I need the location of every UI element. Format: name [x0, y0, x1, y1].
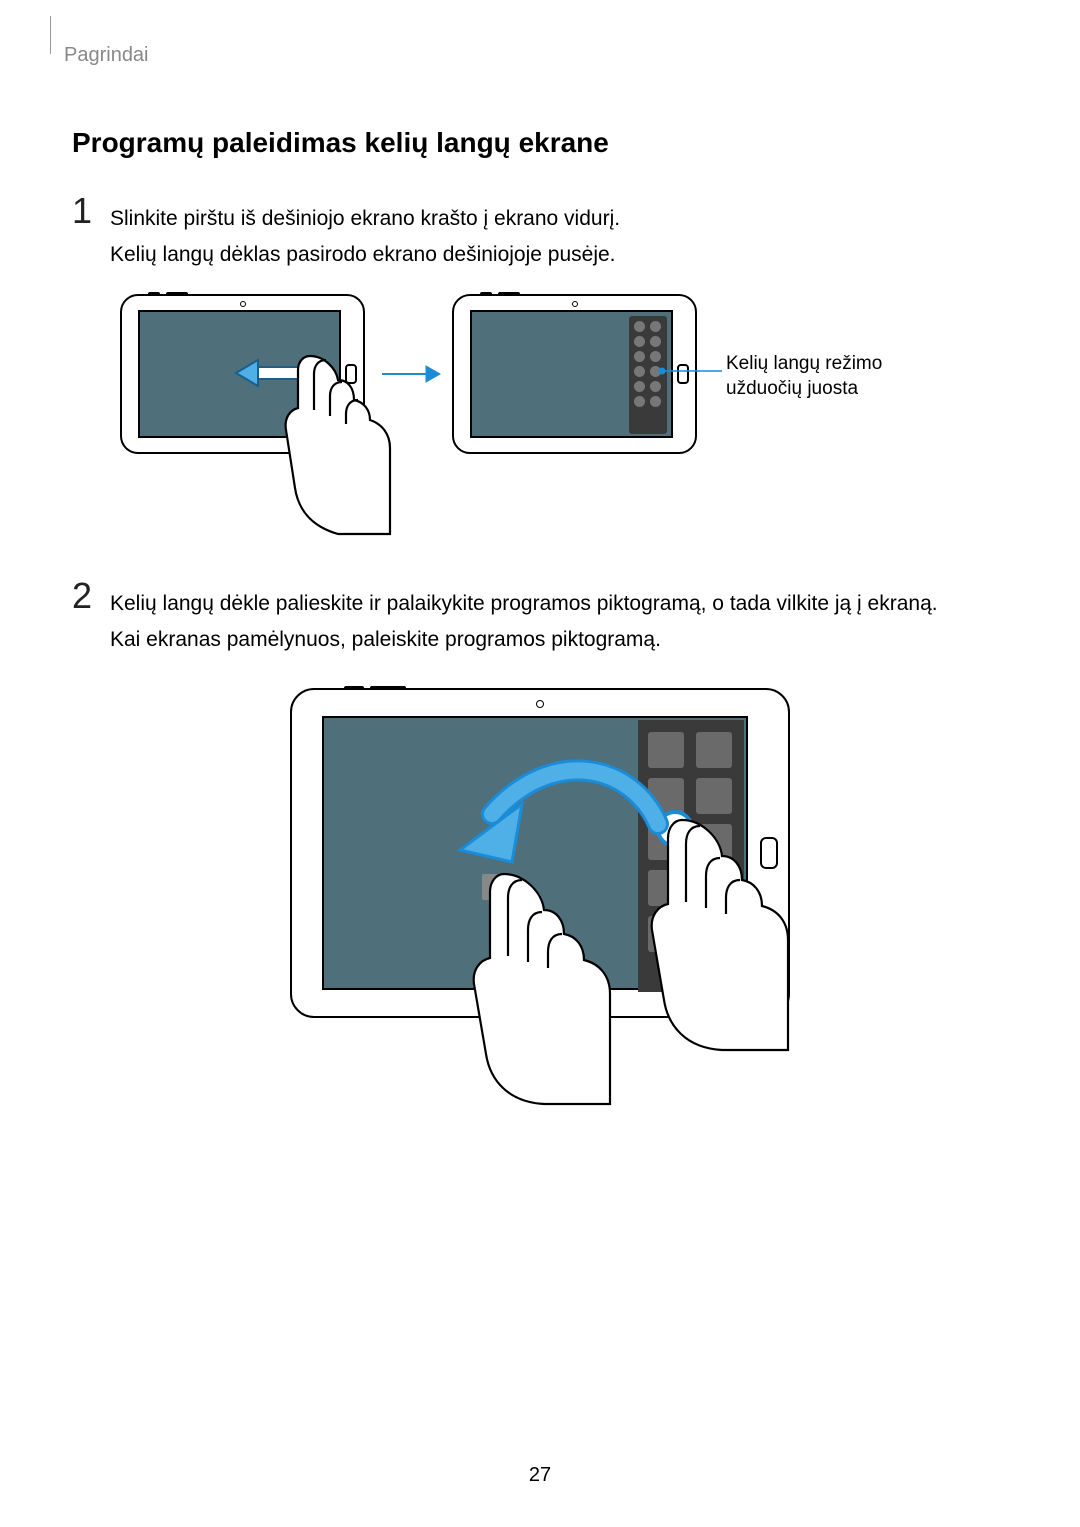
- header-section: Pagrindai: [64, 44, 1008, 67]
- camera-icon: [536, 700, 544, 708]
- section-title: Programų paleidimas kelių langų ekrane: [72, 127, 1008, 159]
- callout-line-icon: [658, 366, 722, 376]
- step-2-line-1: Kelių langų dėkle palieskite ir palaikyk…: [110, 586, 1008, 622]
- callout-label: Kelių langų režimo užduočių juosta: [726, 352, 882, 401]
- step-1-line-1: Slinkite pirštu iš dešiniojo ekrano kraš…: [110, 201, 1008, 237]
- camera-icon: [572, 301, 578, 307]
- transition-arrow-icon: [382, 362, 442, 386]
- step-1-line-2: Kelių langų dėklas pasirodo ekrano dešin…: [110, 237, 1008, 273]
- hand-drag-icon: [638, 812, 808, 1052]
- step-1: 1 Slinkite pirštu iš dešiniojo ekrano kr…: [72, 199, 1008, 272]
- callout-line-2: užduočių juosta: [726, 377, 882, 402]
- figure-1: Kelių langų režimo užduočių juosta: [100, 294, 1008, 554]
- tablet-large: [290, 688, 790, 1018]
- page-number: 27: [0, 1464, 1080, 1487]
- callout-line-1: Kelių langų režimo: [726, 352, 882, 377]
- figure-2: [290, 688, 790, 1118]
- step-1-number: 1: [72, 193, 102, 229]
- step-2-number: 2: [72, 578, 102, 614]
- tablet-left: [120, 294, 365, 454]
- camera-icon: [240, 301, 246, 307]
- step-2-line-2: Kai ekranas pamėlynuos, paleiskite progr…: [110, 622, 1008, 658]
- step-2: 2 Kelių langų dėkle palieskite ir palaik…: [72, 584, 1008, 657]
- hand-drop-icon: [460, 866, 630, 1106]
